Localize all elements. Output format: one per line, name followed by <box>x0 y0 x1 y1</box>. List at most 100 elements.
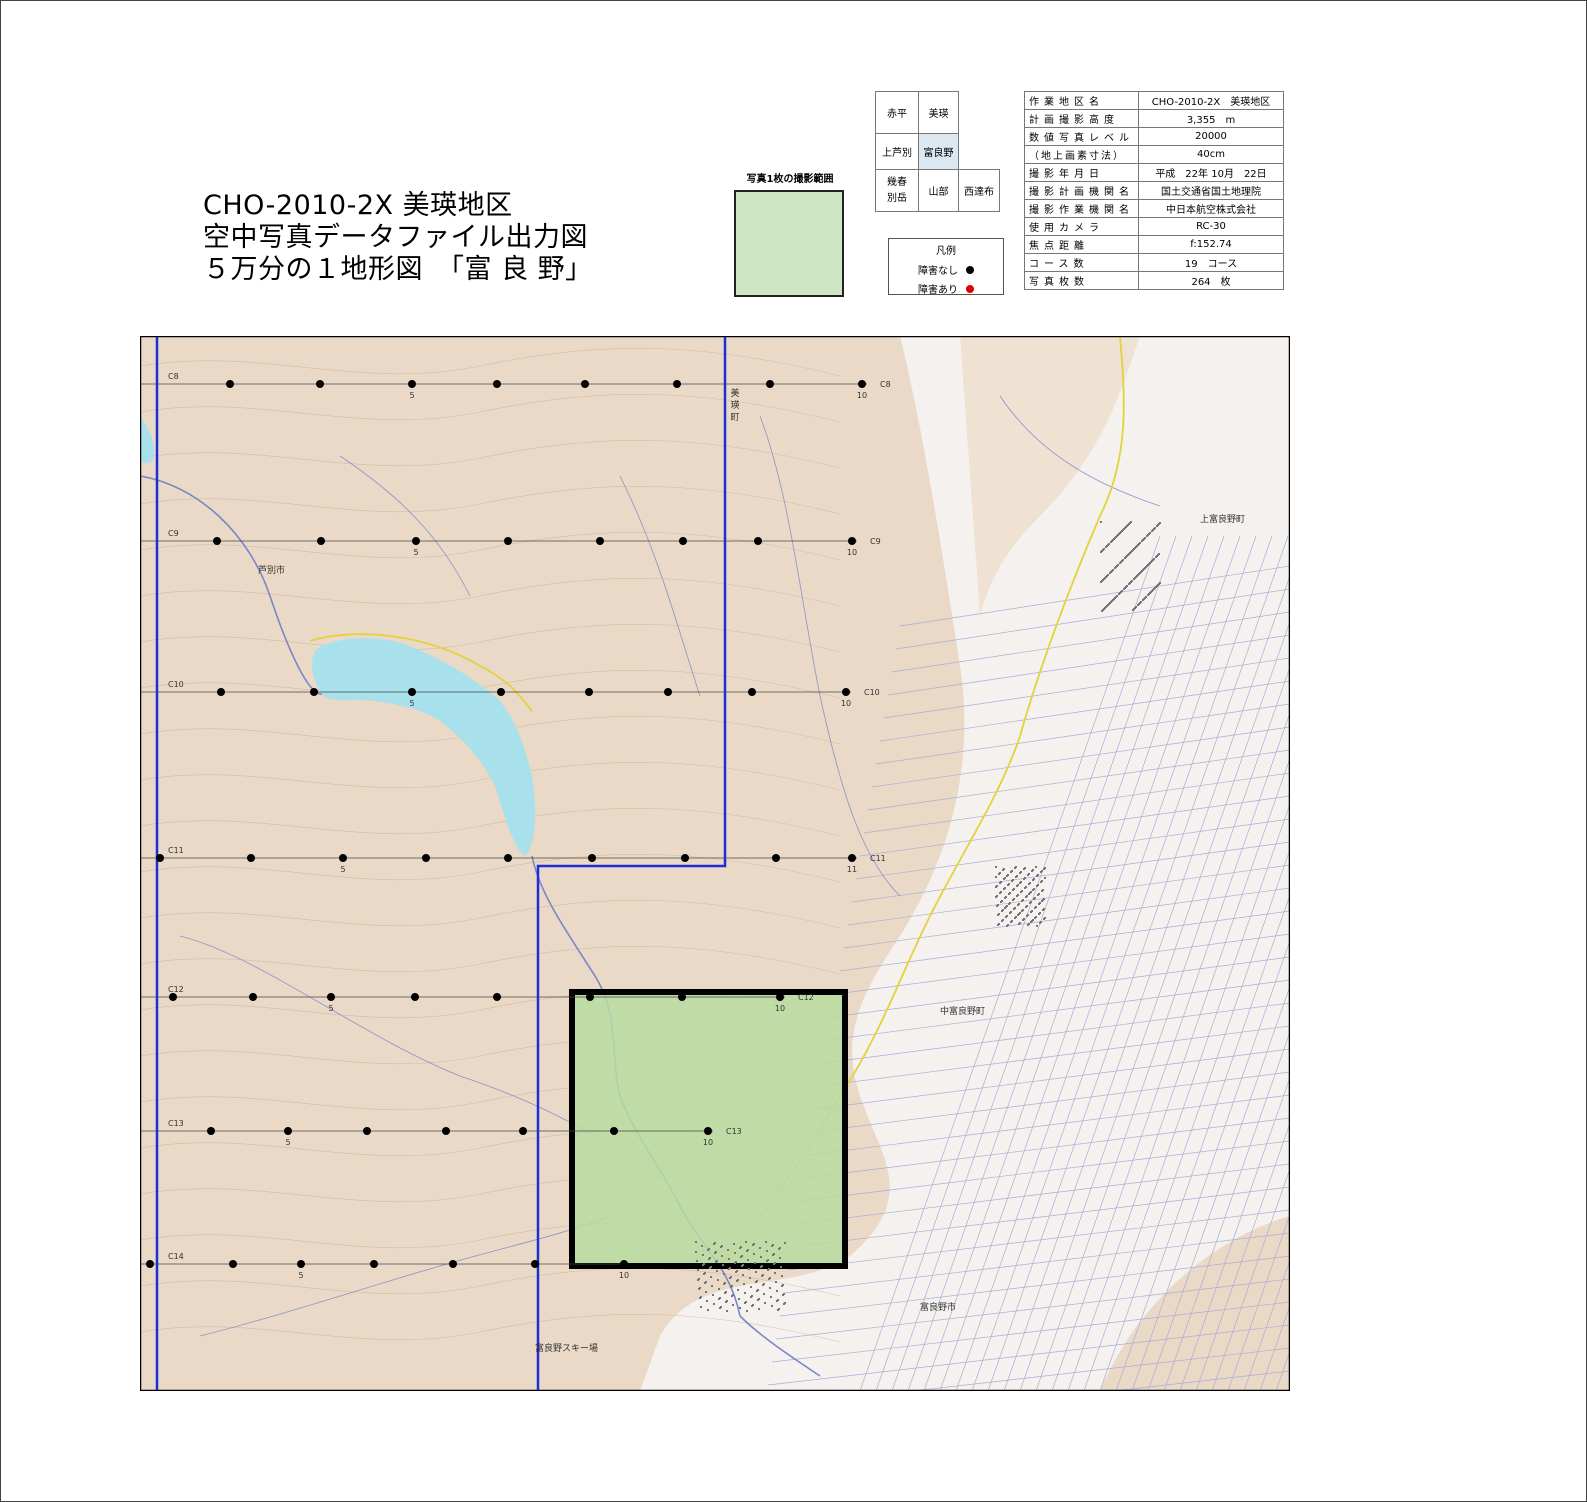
building <box>1109 602 1111 604</box>
building <box>730 1286 732 1288</box>
building <box>724 1292 726 1294</box>
building <box>1038 903 1040 905</box>
building <box>1105 576 1107 578</box>
building <box>1145 596 1147 598</box>
building <box>1134 577 1136 579</box>
building <box>752 1244 754 1246</box>
photo-point <box>620 1260 628 1268</box>
building <box>997 924 999 926</box>
building <box>747 1259 749 1261</box>
building <box>743 1283 745 1285</box>
info-value: 3,355 m <box>1138 109 1284 128</box>
photo-number-label: 5 <box>413 548 418 557</box>
building <box>1122 559 1124 561</box>
building <box>997 914 999 916</box>
building <box>1034 907 1036 909</box>
photo-point <box>519 1127 527 1135</box>
photo-point <box>317 537 325 545</box>
building <box>1001 920 1003 922</box>
building <box>1119 592 1121 594</box>
building <box>763 1293 765 1295</box>
info-value: RC-30 <box>1138 217 1284 236</box>
info-key: 作業地区名 <box>1024 91 1139 110</box>
building <box>773 1263 775 1265</box>
building <box>1042 909 1044 911</box>
photo-point <box>504 537 512 545</box>
course-label-left: C12 <box>168 985 184 994</box>
building <box>1006 925 1008 927</box>
photo-number-label: 5 <box>298 1271 303 1280</box>
building <box>1107 604 1109 606</box>
info-value: 中日本航空株式会社 <box>1138 199 1284 218</box>
info-value: 19 コース <box>1138 253 1284 272</box>
building <box>1004 897 1006 899</box>
building <box>722 1264 724 1266</box>
building <box>1020 891 1022 893</box>
building <box>702 1254 704 1256</box>
photo-number-label: 5 <box>340 865 345 874</box>
building <box>1036 875 1038 877</box>
legend-obstacle-label: 障害あり <box>918 285 958 296</box>
building <box>757 1299 759 1301</box>
building <box>1035 866 1037 868</box>
building <box>1044 877 1046 879</box>
building <box>1021 900 1023 902</box>
photo-number-label: 10 <box>841 699 851 708</box>
info-key: 使用カメラ <box>1024 217 1139 236</box>
building <box>707 1309 709 1311</box>
info-value: f:152.74 <box>1138 235 1284 254</box>
building <box>734 1252 736 1254</box>
photo-point <box>493 993 501 1001</box>
building <box>1127 554 1129 556</box>
building <box>1013 908 1015 910</box>
building <box>1041 890 1043 892</box>
building <box>701 1245 703 1247</box>
place-label: 上富良野町 <box>1200 513 1245 525</box>
building <box>1132 549 1134 551</box>
building <box>748 1268 750 1270</box>
photo-point <box>704 1127 712 1135</box>
photo-point <box>679 537 687 545</box>
building <box>1151 560 1153 562</box>
topographic-map[interactable]: C8 C8 5 10 C9 C9 5 10 C10 C10 5 10 C11 C11 5 11 C12 C12 5 1… <box>140 336 1290 1391</box>
building <box>744 1292 746 1294</box>
place-label: 富良野スキー場 <box>535 1342 598 1354</box>
info-row: 撮影年月日 平成 22年 10月 22日 <box>1024 163 1284 182</box>
building <box>1121 590 1123 592</box>
building <box>1016 885 1018 887</box>
photo-point <box>297 1260 305 1268</box>
info-value: 264 枚 <box>1138 271 1284 290</box>
building <box>774 1272 776 1274</box>
building <box>705 1291 707 1293</box>
info-value: CHO-2010-2X 美瑛地区 <box>1138 91 1284 110</box>
building <box>1155 586 1157 588</box>
building <box>1142 539 1144 541</box>
building <box>776 1300 778 1302</box>
building <box>741 1265 743 1267</box>
building <box>1022 919 1024 921</box>
building <box>1115 566 1117 568</box>
building <box>1009 912 1011 914</box>
photo-point <box>504 854 512 862</box>
building <box>1014 867 1016 869</box>
building <box>779 1257 781 1259</box>
building <box>737 1289 739 1291</box>
photo-point <box>249 993 257 1001</box>
adj-sheet-biei: 美瑛 <box>918 91 959 134</box>
photo-point <box>776 993 784 1001</box>
building <box>755 1271 757 1273</box>
building <box>1010 921 1012 923</box>
building <box>762 1284 764 1286</box>
course-label-left: C11 <box>168 846 184 855</box>
course-label-right: C11 <box>870 854 886 863</box>
building <box>1103 578 1105 580</box>
building <box>716 1270 718 1272</box>
photo-coverage-sample: 写真1枚の撮影範囲 <box>734 170 846 297</box>
building <box>1002 869 1004 871</box>
building <box>1120 561 1122 563</box>
building <box>1004 907 1006 909</box>
adj-sheet-kamiashibetsu: 上芦別 <box>875 133 919 170</box>
map-title: CHO-2010-2X 美瑛地区 空中写真データファイル出力図 ５万分の１地形図… <box>203 190 593 286</box>
photo-point <box>146 1260 154 1268</box>
building <box>734 1262 736 1264</box>
